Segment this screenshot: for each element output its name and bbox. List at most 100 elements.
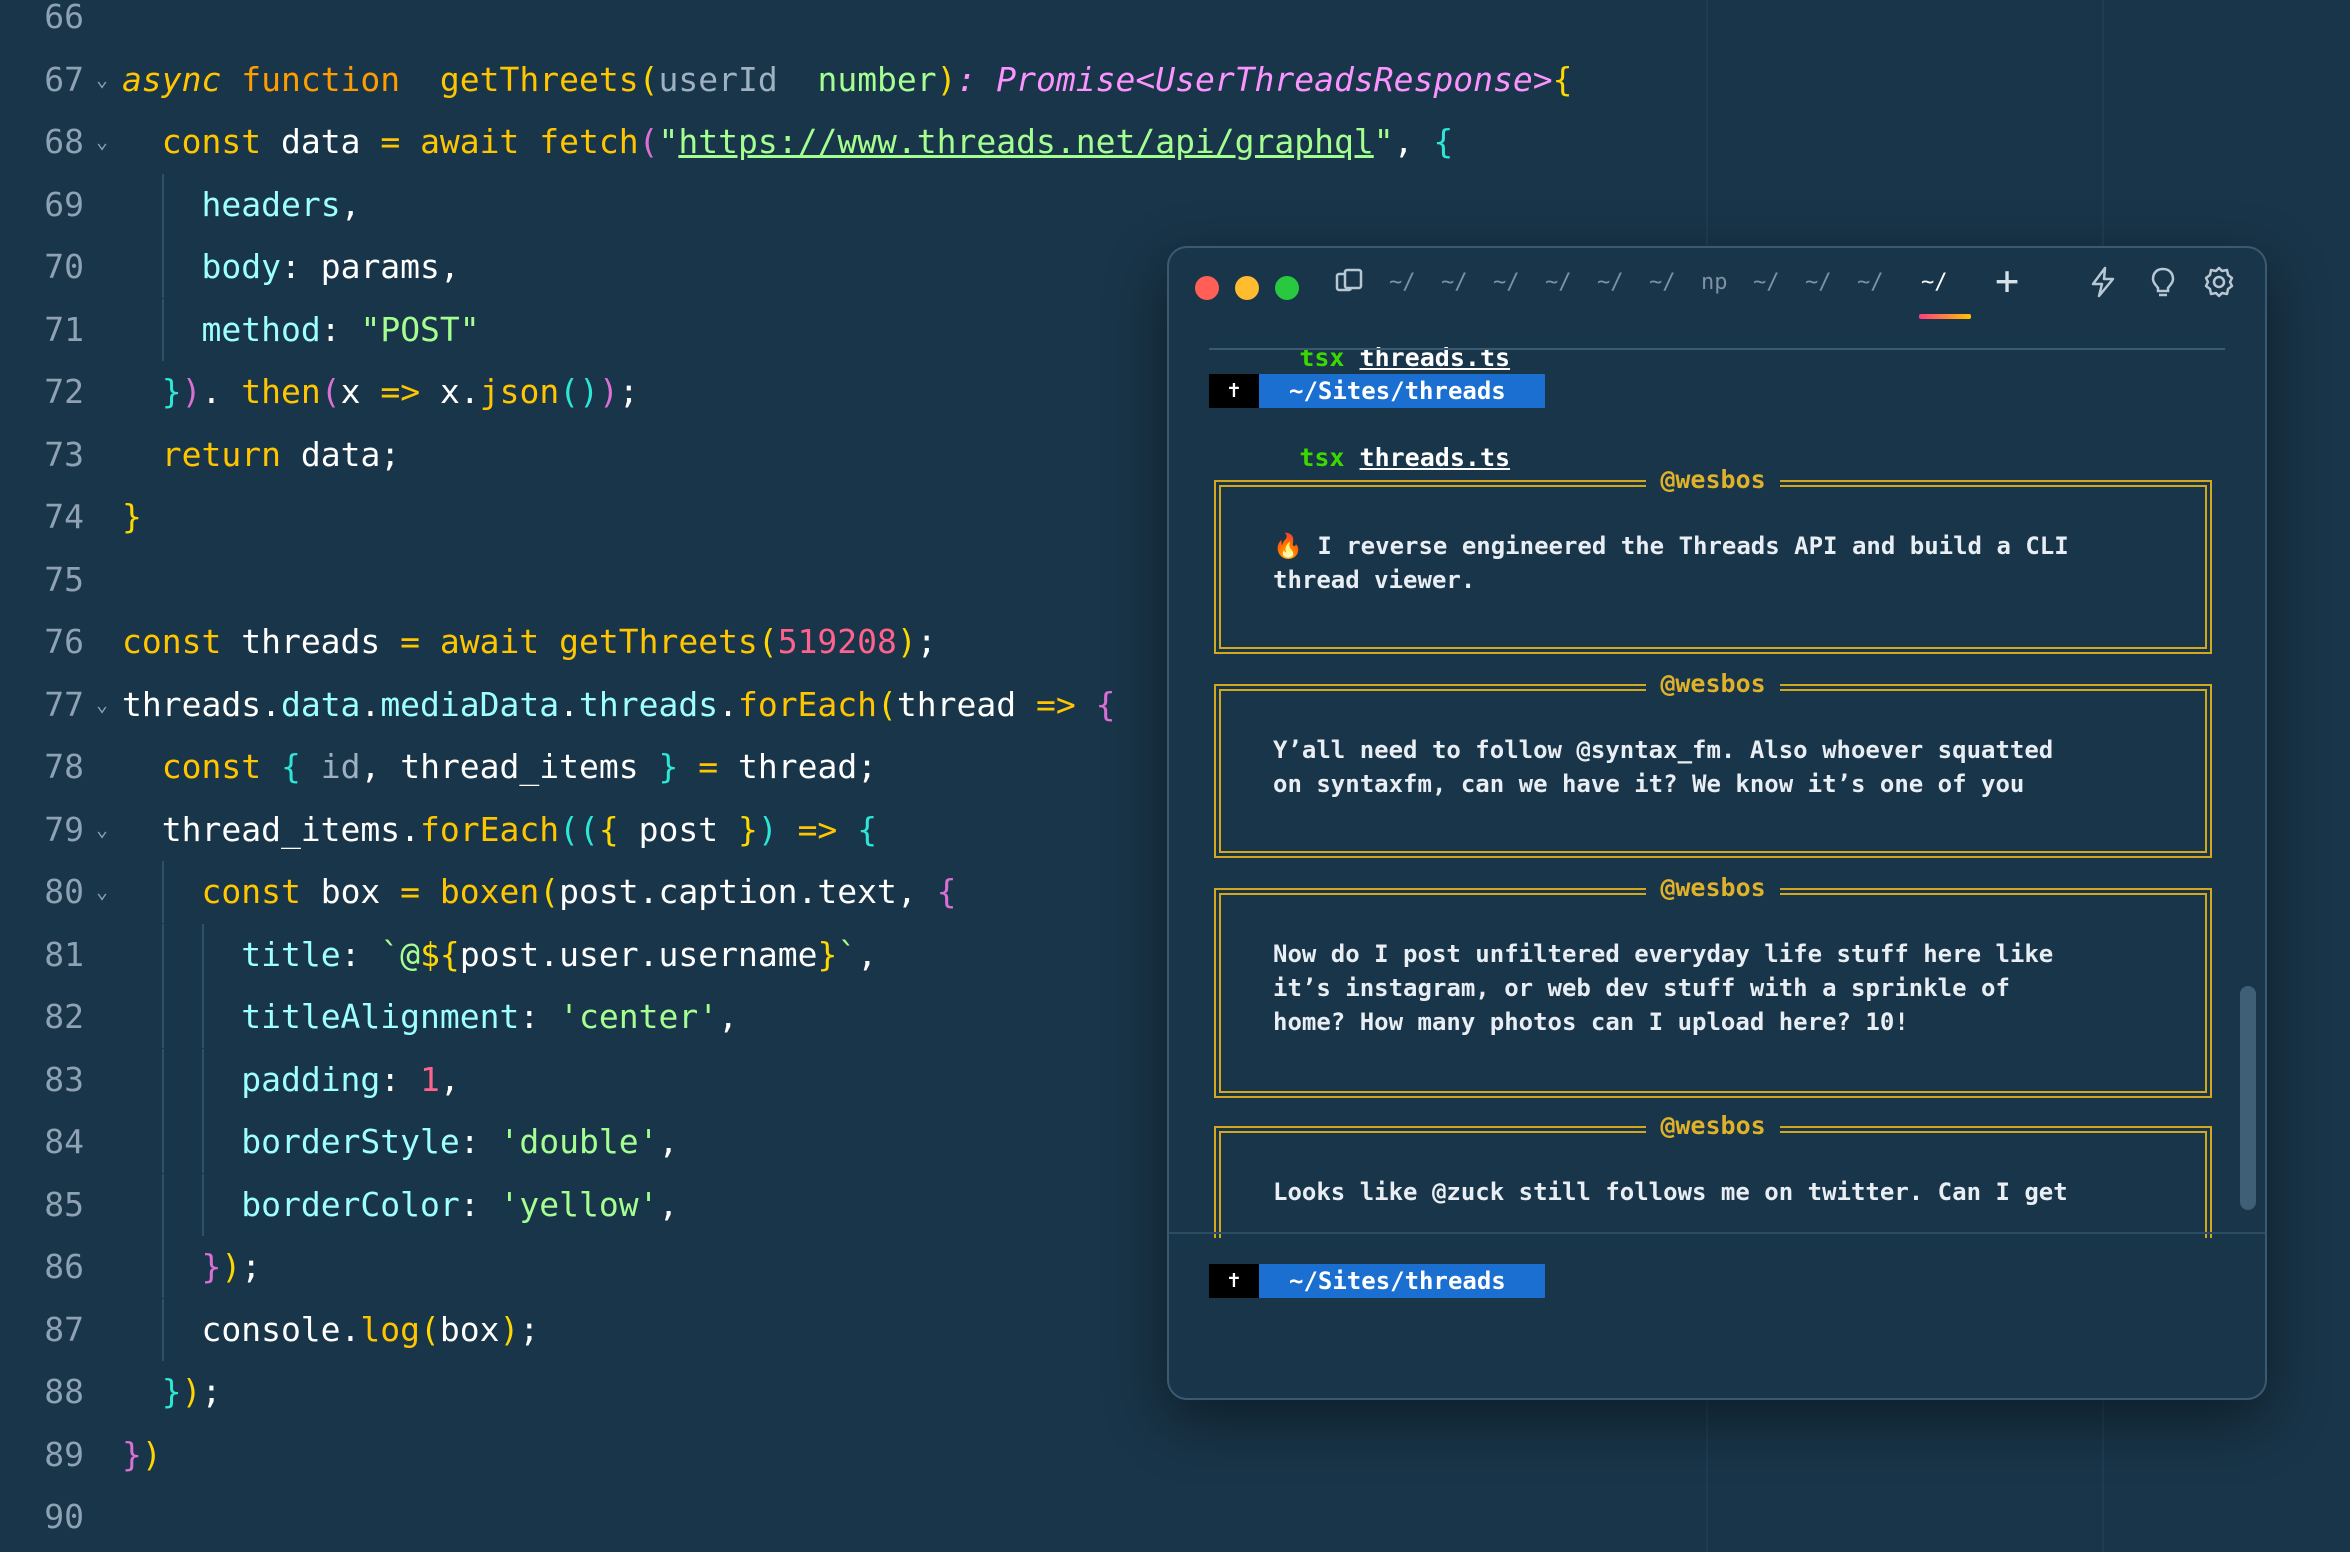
code-token: ) [757,809,778,849]
code-token: boxen [439,872,540,911]
post-text: Y’all need to follow @syntax_fm. Also wh… [1273,736,2054,798]
code-token: ; [201,1372,222,1411]
line-number: 77 [44,684,84,724]
fold-chevron-icon[interactable]: ⌄ [96,809,108,849]
fold-chevron-icon[interactable]: ⌄ [96,871,108,911]
code-token: box [439,1309,500,1349]
terminal-output[interactable]: tsx threads.ts ✝ ~/Sites/threads tsx thr… [1169,320,2265,1238]
terminal-window[interactable]: ~/ ~/ ~/ ~/ ~/ ~/ np ~/ ~/ ~/ ~/ + tsx threads.ts … [1167,246,2267,1400]
code-text[interactable]: borderColor: 'yellow', [122,1182,678,1228]
code-token: : [459,1184,500,1224]
terminal-tab[interactable]: ~/ [1649,270,1676,295]
thread-post-box: @wesbos Now do I post unfiltered everyda… [1214,873,2212,1098]
code-line[interactable]: 89}) [0,1424,2350,1486]
code-token: const [201,872,301,911]
line-number: 76 [44,622,84,661]
code-token: 'center' [559,997,719,1036]
code-token: threads [579,684,719,724]
code-text[interactable]: } [122,494,142,540]
terminal-tab[interactable]: ~/ [1753,270,1780,295]
code-text[interactable]: borderStyle: 'double', [122,1119,678,1165]
code-text[interactable]: }). then(x => x.json()); [122,369,639,415]
code-text[interactable]: }); [122,1369,222,1415]
line-number: 71 [44,309,84,349]
lightbulb-icon[interactable] [2143,262,2183,302]
maximize-window-button[interactable] [1275,276,1299,300]
fold-chevron-icon[interactable]: ⌄ [96,59,108,99]
code-text[interactable]: }) [122,1432,162,1478]
terminal-tab[interactable]: ~/ [1441,270,1468,295]
line-number: 67 [44,59,84,99]
code-text[interactable]: async function getThreets(userId number)… [122,57,1572,103]
code-token: () [559,372,599,411]
code-text[interactable]: const { id, thread_items } = thread; [122,744,877,790]
minimize-window-button[interactable] [1235,276,1259,300]
line-number: 89 [44,1434,84,1474]
code-text[interactable]: padding: 1, [122,1057,460,1103]
code-token: } [817,934,838,974]
code-line[interactable]: 68 ⌄ const data = await fetch("https://ww… [0,111,2350,173]
code-token: : [320,309,361,349]
gear-icon[interactable] [2199,262,2239,302]
terminal-tab[interactable]: np [1701,270,1728,295]
post-title: @wesbos [1646,669,1780,698]
code-text[interactable]: body: params, [122,244,459,290]
terminal-tab[interactable]: ~/ [1389,270,1416,295]
close-window-button[interactable] [1195,276,1219,300]
line-number: 87 [44,1309,84,1349]
terminal-tab[interactable]: ~/ [1597,270,1624,295]
code-token: ) [221,1247,242,1286]
code-text[interactable]: method: "POST" [122,307,479,353]
terminal-tab[interactable]: ~/ [1493,270,1520,295]
code-token: 519208 [777,622,897,661]
code-token: . [559,684,579,724]
code-text[interactable]: title: `@${post.user.username}`, [122,932,877,978]
prompt-symbol: ✝ [1209,1264,1259,1298]
code-line[interactable]: 67 ⌄ async function getThreets(userId numb… [0,49,2350,111]
new-tab-button[interactable]: + [1995,258,2019,304]
code-line[interactable]: 90 [0,1486,2350,1548]
code-token: x [340,372,381,411]
code-text[interactable]: const threads = await getThreets(519208)… [122,619,937,665]
fold-chevron-icon[interactable]: ⌄ [96,684,108,724]
code-text[interactable]: titleAlignment: 'center', [122,994,738,1040]
terminal-tab[interactable]: ~/ [1805,270,1832,295]
code-line[interactable]: 69 headers, [0,173,2350,236]
split-pane-icon[interactable] [1329,262,1369,302]
fold-chevron-icon[interactable]: ⌄ [96,121,108,161]
code-token: . [360,684,381,724]
code-text[interactable]: const data = await fetch("https://www.th… [122,119,1454,165]
code-text[interactable]: return data; [122,432,400,478]
code-text[interactable]: threads.data.mediaData.threads.forEach(t… [122,682,1115,728]
terminal-tab[interactable]: ~/ [1857,270,1884,295]
post-text: Now do I post unfiltered everyday life s… [1273,940,2054,1036]
code-text[interactable]: console.log(box); [122,1307,539,1353]
lightning-icon[interactable] [2083,262,2123,302]
code-token: { [857,809,878,849]
terminal-tab[interactable]: ~/ [1921,270,1948,295]
code-token: { [1095,684,1116,724]
code-token: id [320,747,361,786]
code-text[interactable]: const box = boxen(post.caption.text, { [122,869,957,915]
code-text[interactable]: thread_items.forEach(({ post }) => { [122,807,877,853]
code-text[interactable]: }); [122,1244,261,1290]
line-number: 82 [44,997,84,1036]
terminal-tab[interactable]: ~/ [1545,270,1572,295]
code-line[interactable]: 66 [0,0,2350,48]
code-token: post.user.username [459,934,818,974]
code-text[interactable]: headers, [122,182,360,228]
code-token: } [122,1434,142,1474]
code-token: ; [916,622,937,661]
code-token: { [936,872,957,911]
code-token: ; [618,372,639,411]
terminal-scrollbar[interactable] [2240,986,2256,1210]
